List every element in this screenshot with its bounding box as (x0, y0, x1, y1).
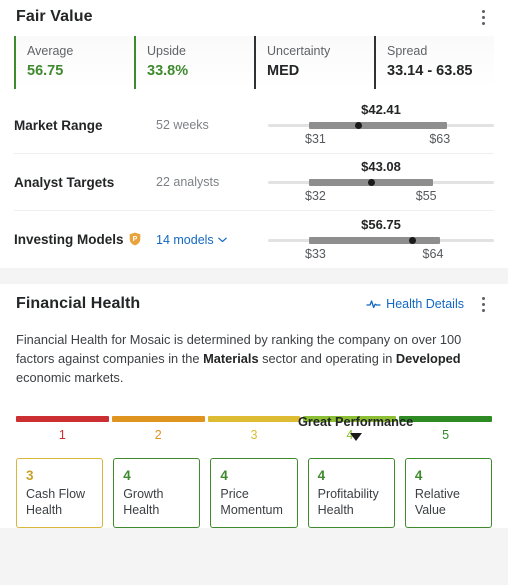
score-label: Relative Value (414, 487, 460, 517)
scale-segment-2 (111, 416, 205, 422)
scale-numbers: 12345 (16, 427, 492, 444)
fair-value-stats: Average 56.75 Upside 33.8% Uncertainty MED Spr… (0, 36, 508, 89)
scale-number-2: 2 (154, 428, 162, 442)
financial-health-header: Financial Health Health Details (0, 284, 508, 324)
gauge-marker-value: $56.75 (361, 216, 401, 232)
score-value: 3 (26, 468, 34, 483)
range-gauge: $42.41 $31 $63 (268, 102, 494, 148)
range-row: Investing Models P 14 models $56.75 $33 $64 (14, 211, 494, 268)
range-row-meta: 52 weeks (156, 118, 268, 132)
financial-health-description: Financial Health for Mosaic is determine… (0, 324, 508, 387)
range-row-meta-label: 52 weeks (156, 118, 209, 132)
kebab-menu-icon[interactable] (474, 7, 492, 27)
health-details-label: Health Details (386, 297, 464, 311)
gauge-low-label: $33 (305, 246, 326, 261)
pro-shield-icon: P (129, 232, 141, 248)
range-row-meta-label: 14 models (156, 232, 214, 247)
gauge-fill (308, 122, 447, 129)
scale-number-1: 1 (58, 428, 66, 442)
description-part-3: economic markets. (16, 370, 124, 385)
score-label: Cash Flow Health (26, 487, 86, 517)
stat-value: 33.14 - 63.85 (387, 63, 473, 79)
gauge-high-label: $64 (422, 246, 444, 261)
stat-card-uncertainty: Uncertainty MED (254, 36, 374, 89)
range-row-name: Investing Models P (14, 232, 156, 248)
scale-caption: Great Performance (297, 414, 414, 429)
score-card[interactable]: 4 Profitability Health (307, 458, 395, 528)
stat-value: MED (267, 63, 300, 79)
score-label: Growth Health (123, 487, 164, 517)
scale-marker-arrow-icon (349, 433, 362, 441)
page-title: Fair Value (16, 8, 93, 25)
gauge-marker-value: $42.41 (361, 102, 401, 117)
performance-scale: Great Performance 12345 (0, 414, 508, 444)
stat-label: Uncertainty (267, 44, 331, 58)
gauge-high-label: $55 (415, 189, 437, 203)
kebab-menu-icon-2[interactable] (474, 294, 492, 314)
stat-value: 33.8% (147, 63, 189, 79)
scale-segment-1 (16, 416, 109, 422)
description-part-2: sector and operating in (258, 351, 396, 366)
fair-value-rows: Market Range 52 weeks $42.41 $31 $63 Analyst … (0, 97, 508, 268)
chevron-down-icon (217, 237, 227, 243)
score-value: 4 (220, 468, 228, 483)
score-card[interactable]: 4 Relative Value (404, 458, 493, 528)
description-bold-market: Developed (395, 351, 461, 366)
score-value: 4 (123, 468, 131, 483)
range-row-label: Investing Models (14, 232, 124, 247)
gauge-low-label: $32 (305, 189, 326, 203)
score-card[interactable]: 3 Cash Flow Health (16, 458, 104, 528)
description-bold-sector: Materials (203, 351, 259, 366)
financial-health-title: Financial Health (16, 295, 141, 312)
range-row-label: Market Range (14, 117, 103, 133)
health-details-link[interactable]: Health Details (366, 297, 464, 311)
scale-bar (16, 416, 492, 422)
stat-card-spread: Spread 33.14 - 63.85 (374, 36, 494, 89)
page-root: Fair Value Average 56.75 Upside 33.8% Uncert… (0, 0, 508, 585)
fair-value-header: Fair Value (0, 0, 508, 34)
svg-text:P: P (132, 236, 137, 243)
scale-number-5: 5 (442, 428, 450, 442)
range-row: Analyst Targets 22 analysts $43.08 $32 $55 (14, 154, 494, 211)
gauge-marker-value: $43.08 (361, 159, 401, 174)
range-gauge: $43.08 $32 $55 (268, 159, 494, 205)
gauge-marker-dot (409, 236, 417, 244)
stat-card-average: Average 56.75 (14, 36, 134, 89)
pulse-icon (366, 298, 381, 310)
score-label: Price Momentum (220, 487, 283, 517)
range-row-label: Analyst Targets (14, 174, 115, 190)
score-label: Profitability Health (317, 487, 379, 517)
range-row-meta: 22 analysts (156, 175, 268, 189)
score-card[interactable]: 4 Growth Health (113, 458, 201, 528)
stat-card-upside: Upside 33.8% (134, 36, 254, 89)
models-dropdown[interactable]: 14 models (156, 233, 268, 247)
scale-number-3: 3 (250, 428, 258, 442)
section-divider (0, 268, 508, 284)
range-row: Market Range 52 weeks $42.41 $31 $63 (14, 97, 494, 154)
gauge-fill (308, 236, 440, 244)
gauge-high-label: $63 (429, 132, 451, 146)
gauge-low-label: $31 (305, 132, 326, 146)
fair-value-card: Fair Value Average 56.75 Upside 33.8% Uncert… (0, 0, 508, 268)
scale-segment-3 (207, 416, 301, 422)
score-value: 4 (414, 468, 423, 483)
gauge-marker-dot (354, 122, 362, 129)
range-gauge: $56.75 $33 $64 (268, 217, 494, 263)
range-row-name: Analyst Targets (14, 175, 156, 190)
financial-health-card: Financial Health Health Details Financia… (0, 284, 508, 528)
score-cards: 3 Cash Flow Health 4 Growth Health 4 Price Mo… (0, 458, 508, 528)
stat-label: Upside (147, 44, 186, 58)
stat-label: Spread (387, 44, 428, 58)
stat-value: 56.75 (27, 63, 64, 79)
stat-label: Average (27, 44, 74, 58)
range-row-meta-label: 22 analysts (156, 175, 220, 189)
score-value: 4 (317, 468, 326, 483)
range-row-name: Market Range (14, 118, 156, 133)
score-card[interactable]: 4 Price Momentum (210, 458, 298, 528)
